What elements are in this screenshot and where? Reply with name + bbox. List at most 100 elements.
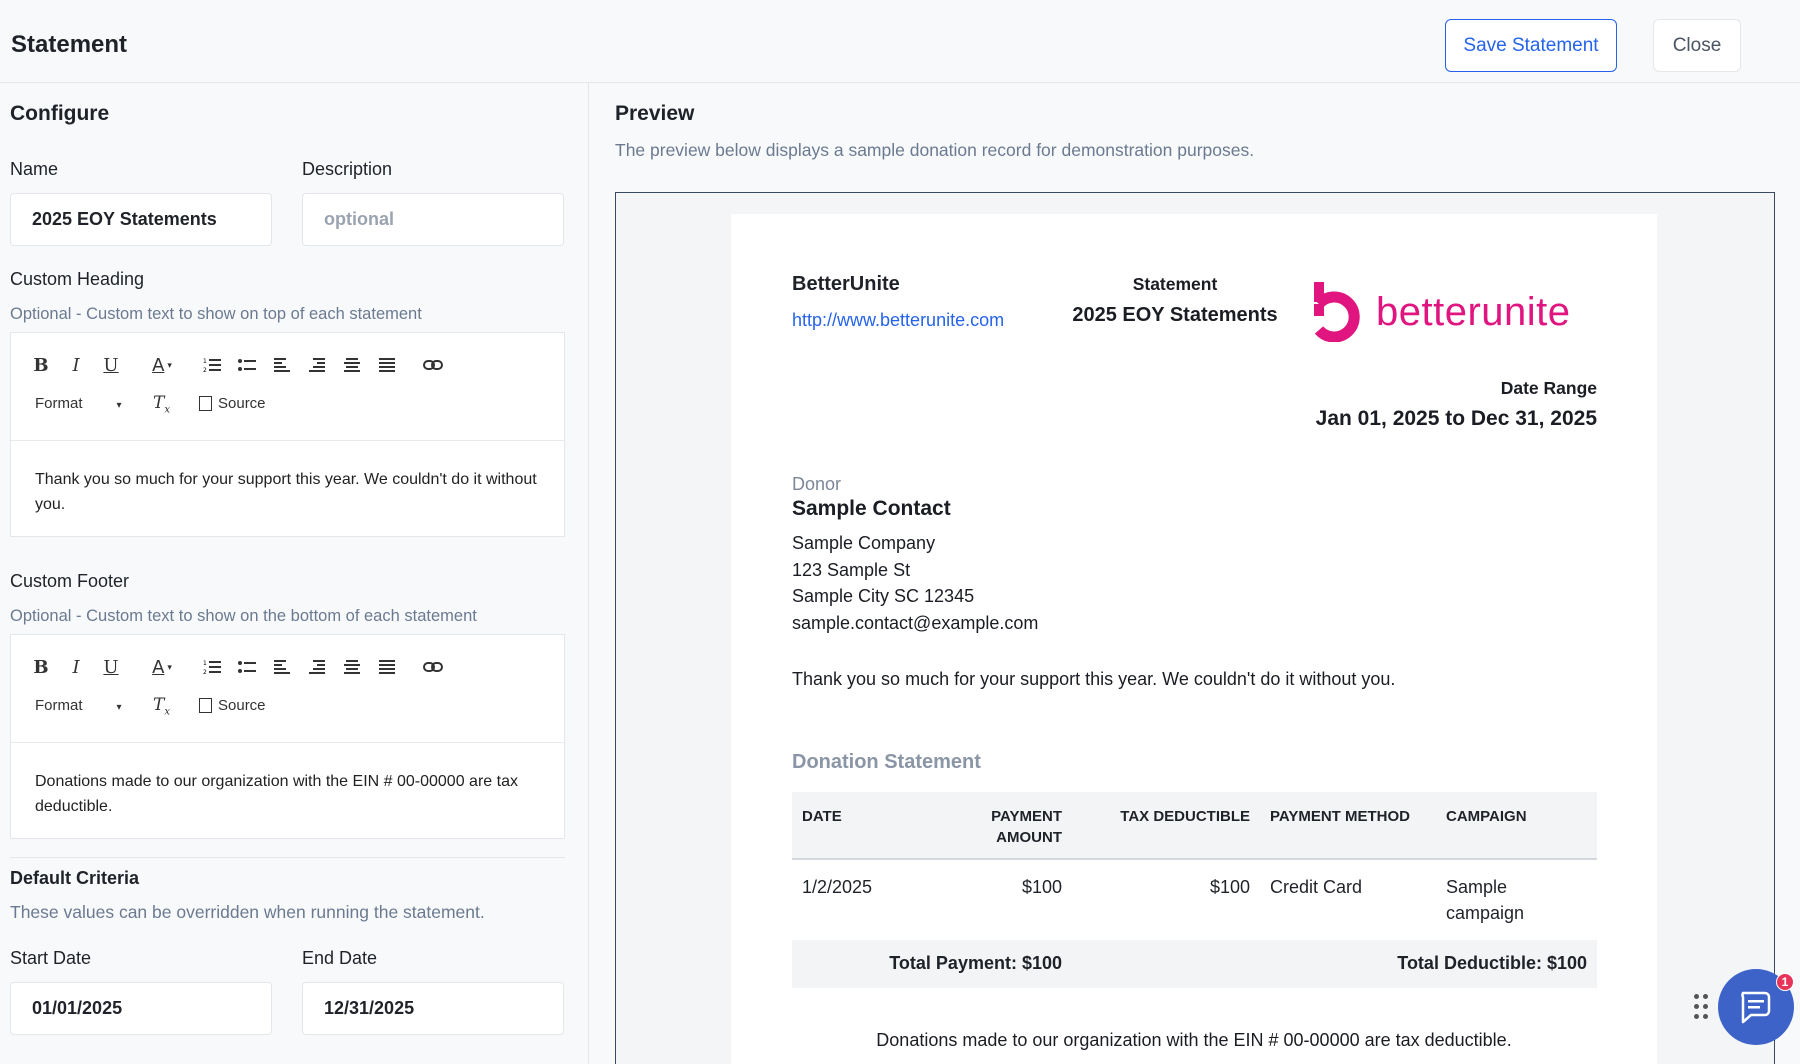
custom-footer-label: Custom Footer xyxy=(10,571,130,591)
source-label: Source xyxy=(218,395,266,412)
section-divider xyxy=(10,857,565,858)
donation-table: DATE PAYMENT AMOUNT TAX DEDUCTIBLE PAYME… xyxy=(792,792,1597,988)
text-color-icon[interactable]: A ▾ xyxy=(145,655,179,679)
underline-icon[interactable]: U xyxy=(99,655,123,679)
format-dropdown[interactable]: Format ▾ xyxy=(35,697,122,714)
bullet-list-icon[interactable] xyxy=(235,353,259,377)
svg-text:1: 1 xyxy=(203,660,207,667)
align-right-icon[interactable] xyxy=(305,353,329,377)
source-button[interactable]: Source xyxy=(199,395,266,412)
name-input[interactable]: 2025 EOY Statements xyxy=(10,193,272,246)
org-name: BetterUnite xyxy=(792,273,900,295)
table-row: 1/2/2025 $100 $100 Credit Card Sample ca… xyxy=(792,859,1597,940)
page-title: Statement xyxy=(11,31,128,58)
donor-name: Sample Contact xyxy=(792,497,951,520)
totals-row: Total Payment: $100 Total Deductible: $1… xyxy=(792,940,1597,988)
donor-email: sample.contact@example.com xyxy=(792,613,1039,633)
format-label: Format xyxy=(35,395,83,412)
custom-footer-content[interactable]: Donations made to our organization with … xyxy=(11,743,564,845)
col-date: DATE xyxy=(792,792,932,860)
source-icon xyxy=(199,698,212,713)
date-range-value: Jan 01, 2025 to Dec 31, 2025 xyxy=(1315,407,1597,430)
end-date-input[interactable]: 12/31/2025 xyxy=(302,982,564,1035)
bold-icon[interactable]: B xyxy=(29,655,53,679)
link-icon[interactable] xyxy=(421,353,445,377)
format-label: Format xyxy=(35,697,83,714)
editor-toolbar: B I U A ▾ 12 Format ▾ Tx Source xyxy=(11,333,564,441)
end-date-label: End Date xyxy=(302,948,378,968)
numbered-list-icon[interactable]: 12 xyxy=(200,655,224,679)
total-deductible: Total Deductible: $100 xyxy=(1072,940,1597,988)
statement-heading-text: Thank you so much for your support this … xyxy=(792,669,1396,689)
source-button[interactable]: Source xyxy=(199,697,266,714)
date-range-label: Date Range xyxy=(1500,378,1597,398)
chat-icon xyxy=(1741,991,1771,1024)
cell-payment-amount: $100 xyxy=(932,859,1072,940)
clear-format-icon[interactable]: Tx xyxy=(153,695,170,717)
link-icon[interactable] xyxy=(421,655,445,679)
bold-icon[interactable]: B xyxy=(29,353,53,377)
configure-panel: Configure Name 2025 EOY Statements Descr… xyxy=(0,83,589,1064)
bullet-list-icon[interactable] xyxy=(235,655,259,679)
table-header-row: DATE PAYMENT AMOUNT TAX DEDUCTIBLE PAYME… xyxy=(792,792,1597,860)
custom-footer-editor[interactable]: B I U A ▾ 12 Format ▾ Tx Source Donation… xyxy=(10,634,565,839)
col-tax-deductible: TAX DEDUCTIBLE xyxy=(1072,792,1260,860)
name-label: Name xyxy=(10,159,59,179)
chat-notification-badge: 1 xyxy=(1776,973,1794,991)
default-criteria-heading: Default Criteria xyxy=(10,868,140,888)
align-left-icon[interactable] xyxy=(270,353,294,377)
text-color-icon[interactable]: A ▾ xyxy=(145,353,179,377)
drag-handle-icon[interactable] xyxy=(1694,994,1712,1022)
close-button[interactable]: Close xyxy=(1653,19,1741,72)
svg-text:2: 2 xyxy=(203,669,207,675)
logo-text: betterunite xyxy=(1376,289,1571,334)
col-payment-method: PAYMENT METHOD xyxy=(1260,792,1436,860)
campaign-value: Sample campaign xyxy=(1446,877,1525,923)
donor-city: Sample City SC 12345 xyxy=(792,586,975,606)
source-label: Source xyxy=(218,697,266,714)
cell-date: 1/2/2025 xyxy=(792,859,932,940)
align-justify-icon[interactable] xyxy=(375,353,399,377)
editor-toolbar: B I U A ▾ 12 Format ▾ Tx Source xyxy=(11,635,564,743)
configure-heading: Configure xyxy=(10,102,110,125)
col-payment-amount-label: PAYMENT AMOUNT xyxy=(991,808,1062,846)
col-payment-amount: PAYMENT AMOUNT xyxy=(932,792,1072,860)
statement-footer-text: Donations made to our organization with … xyxy=(876,1030,1512,1050)
cell-payment-method: Credit Card xyxy=(1260,859,1436,940)
cell-tax-deductible: $100 xyxy=(1072,859,1260,940)
align-right-icon[interactable] xyxy=(305,655,329,679)
italic-icon[interactable]: I xyxy=(64,353,88,377)
custom-footer-hint: Optional - Custom text to show on the bo… xyxy=(10,607,477,625)
start-date-label: Start Date xyxy=(10,948,92,968)
custom-heading-editor[interactable]: B I U A ▾ 12 Format ▾ Tx Source Thank yo… xyxy=(10,332,565,537)
donor-company: Sample Company xyxy=(792,533,936,553)
align-center-icon[interactable] xyxy=(340,655,364,679)
donor-street: 123 Sample St xyxy=(792,560,911,580)
donor-label: Donor xyxy=(792,474,842,494)
save-statement-button[interactable]: Save Statement xyxy=(1445,19,1617,72)
start-date-input[interactable]: 01/01/2025 xyxy=(10,982,272,1035)
brand-logo: betterunite xyxy=(1312,282,1571,342)
svg-text:1: 1 xyxy=(203,358,207,365)
align-justify-icon[interactable] xyxy=(375,655,399,679)
custom-heading-content[interactable]: Thank you so much for your support this … xyxy=(11,441,564,543)
statement-name: 2025 EOY Statements xyxy=(1072,304,1278,326)
statement-label: Statement xyxy=(1132,274,1218,294)
source-icon xyxy=(199,396,212,411)
cell-campaign: Sample campaign xyxy=(1436,859,1597,940)
format-dropdown[interactable]: Format ▾ xyxy=(35,395,122,412)
numbered-list-icon[interactable]: 12 xyxy=(200,353,224,377)
description-label: Description xyxy=(302,159,393,179)
org-website-link[interactable]: http://www.betterunite.com xyxy=(792,310,1004,331)
align-center-icon[interactable] xyxy=(340,353,364,377)
betterunite-logo-icon xyxy=(1314,282,1360,342)
clear-format-icon[interactable]: Tx xyxy=(153,393,170,415)
top-bar: Statement Save Statement Close xyxy=(0,0,1800,83)
underline-icon[interactable]: U xyxy=(99,353,123,377)
italic-icon[interactable]: I xyxy=(64,655,88,679)
align-left-icon[interactable] xyxy=(270,655,294,679)
default-criteria-hint: These values can be overridden when runn… xyxy=(10,902,485,922)
preview-hint: The preview below displays a sample dona… xyxy=(615,140,1255,160)
description-input[interactable]: optional xyxy=(302,193,564,246)
svg-text:2: 2 xyxy=(203,367,207,373)
